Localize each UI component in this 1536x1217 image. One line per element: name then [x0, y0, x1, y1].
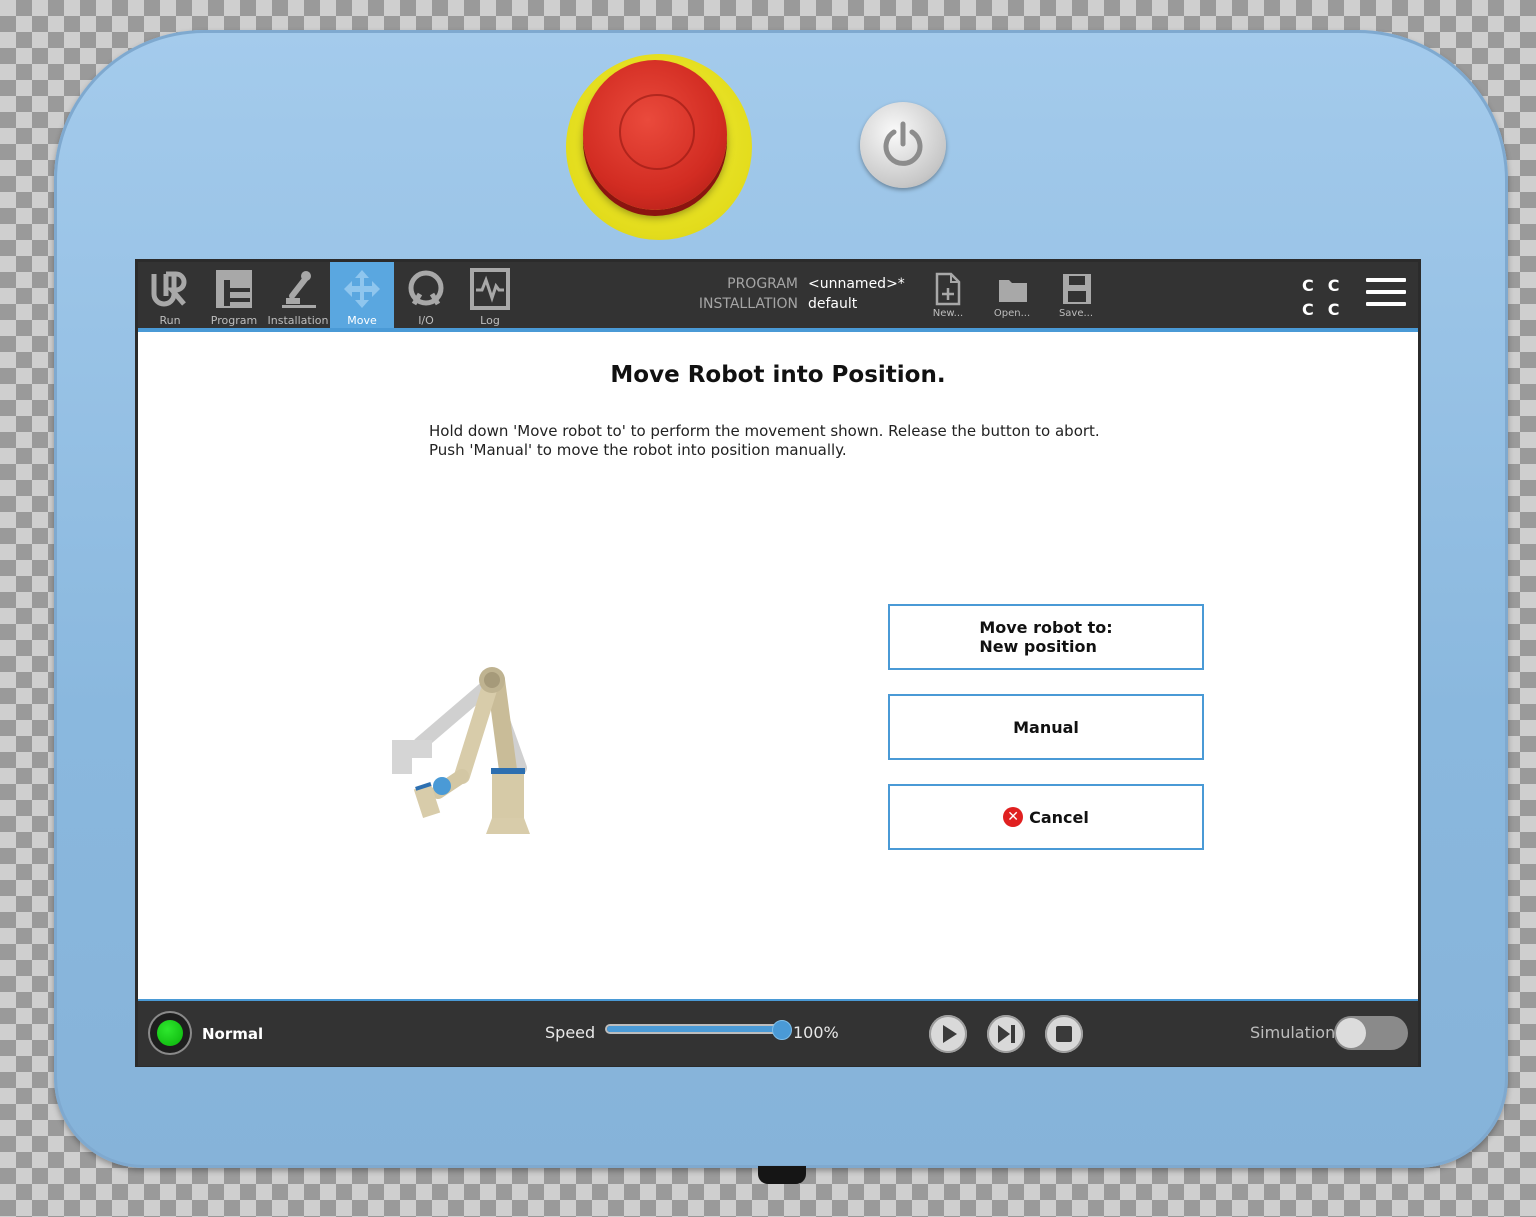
stop-button[interactable]	[1045, 1015, 1083, 1053]
robot-arm-icon	[282, 271, 316, 308]
move-robot-to-button[interactable]: Move robot to: New position	[888, 604, 1204, 670]
speed-label: Speed	[545, 1023, 596, 1042]
polyscope-screen: Run Program Installation Move I/O Log PR…	[138, 262, 1418, 1066]
manual-button[interactable]: Manual	[888, 694, 1204, 760]
move-target-label: New position	[979, 637, 1097, 656]
estop-rotate-icon	[619, 94, 695, 170]
tab-label: Move	[347, 314, 377, 327]
footer-bar: Normal Speed 100% Simulation	[138, 999, 1418, 1066]
move-arrows-icon	[344, 270, 380, 308]
power-icon	[883, 121, 923, 166]
program-icon	[216, 270, 252, 308]
toggle-knob	[1336, 1018, 1366, 1048]
new-file-icon	[935, 272, 961, 306]
installation-name: default	[808, 296, 858, 312]
save-disk-icon	[1063, 274, 1091, 304]
status-led-icon	[157, 1020, 183, 1046]
header-bar: Run Program Installation Move I/O Log PR…	[138, 262, 1418, 332]
dialog-title: Move Robot into Position.	[610, 362, 946, 388]
dialog-description: Hold down 'Move robot to' to perform the…	[429, 422, 1100, 460]
ur-logo-icon	[151, 271, 187, 307]
tab-label: Program	[210, 314, 258, 327]
description-line-1: Hold down 'Move robot to' to perform the…	[429, 422, 1100, 440]
new-program-button[interactable]: New...	[920, 270, 976, 324]
cancel-x-icon: ✕	[1003, 807, 1024, 827]
robot-preview-3d	[392, 667, 530, 834]
tab-label: Run	[159, 314, 181, 327]
new-label: New...	[932, 308, 964, 319]
tab-move[interactable]: Move	[330, 262, 394, 328]
step-button[interactable]	[987, 1015, 1025, 1053]
installation-key: INSTALLATION	[698, 296, 798, 312]
program-info: PROGRAM <unnamed>* INSTALLATION default	[698, 274, 905, 314]
robot-status-indicator[interactable]	[150, 1013, 190, 1053]
cancel-label: Cancel	[1029, 807, 1089, 827]
cancel-button[interactable]: ✕ Cancel	[888, 784, 1204, 850]
simulation-toggle[interactable]	[1334, 1016, 1408, 1050]
tab-run[interactable]: Run	[138, 262, 202, 328]
tab-log[interactable]: Log	[458, 262, 522, 328]
robot-status-text: Normal	[202, 1025, 264, 1043]
speed-slider-handle[interactable]	[772, 1020, 792, 1040]
log-icon	[470, 268, 510, 310]
tab-label: Log	[480, 314, 500, 327]
simulation-label: Simulation	[1250, 1023, 1336, 1042]
cc-row-1: CC	[1302, 276, 1354, 295]
pendant-cable-stub	[758, 1166, 806, 1184]
program-key: PROGRAM	[727, 276, 798, 292]
play-button[interactable]	[929, 1015, 967, 1053]
tab-installation[interactable]: Installation	[266, 262, 330, 328]
save-program-button[interactable]: Save...	[1048, 270, 1104, 324]
program-name: <unnamed>*	[808, 276, 905, 292]
open-program-button[interactable]: Open...	[984, 270, 1040, 324]
tab-io[interactable]: I/O	[394, 262, 458, 328]
hamburger-menu-icon[interactable]	[1366, 278, 1406, 312]
open-label: Open...	[993, 308, 1031, 319]
manual-label: Manual	[1013, 717, 1079, 737]
io-icon	[408, 270, 444, 306]
description-line-2: Push 'Manual' to move the robot into pos…	[429, 441, 847, 459]
step-icon	[998, 1025, 1015, 1043]
folder-icon	[999, 280, 1027, 302]
move-robot-label: Move robot to:	[979, 618, 1113, 637]
cc-indicator: CC CC	[1302, 274, 1353, 322]
speed-value: 100%	[793, 1023, 839, 1042]
speed-slider[interactable]	[605, 1024, 781, 1034]
tab-label: Installation	[267, 314, 329, 327]
power-button[interactable]	[860, 102, 946, 188]
speed-slider-fill	[607, 1026, 779, 1032]
tab-program[interactable]: Program	[202, 262, 266, 328]
tab-label: I/O	[418, 314, 434, 327]
cc-row-2: CC	[1302, 300, 1354, 319]
stop-icon	[1056, 1026, 1072, 1042]
save-label: Save...	[1058, 308, 1094, 319]
emergency-stop-button[interactable]	[583, 60, 727, 210]
play-icon	[943, 1025, 957, 1043]
